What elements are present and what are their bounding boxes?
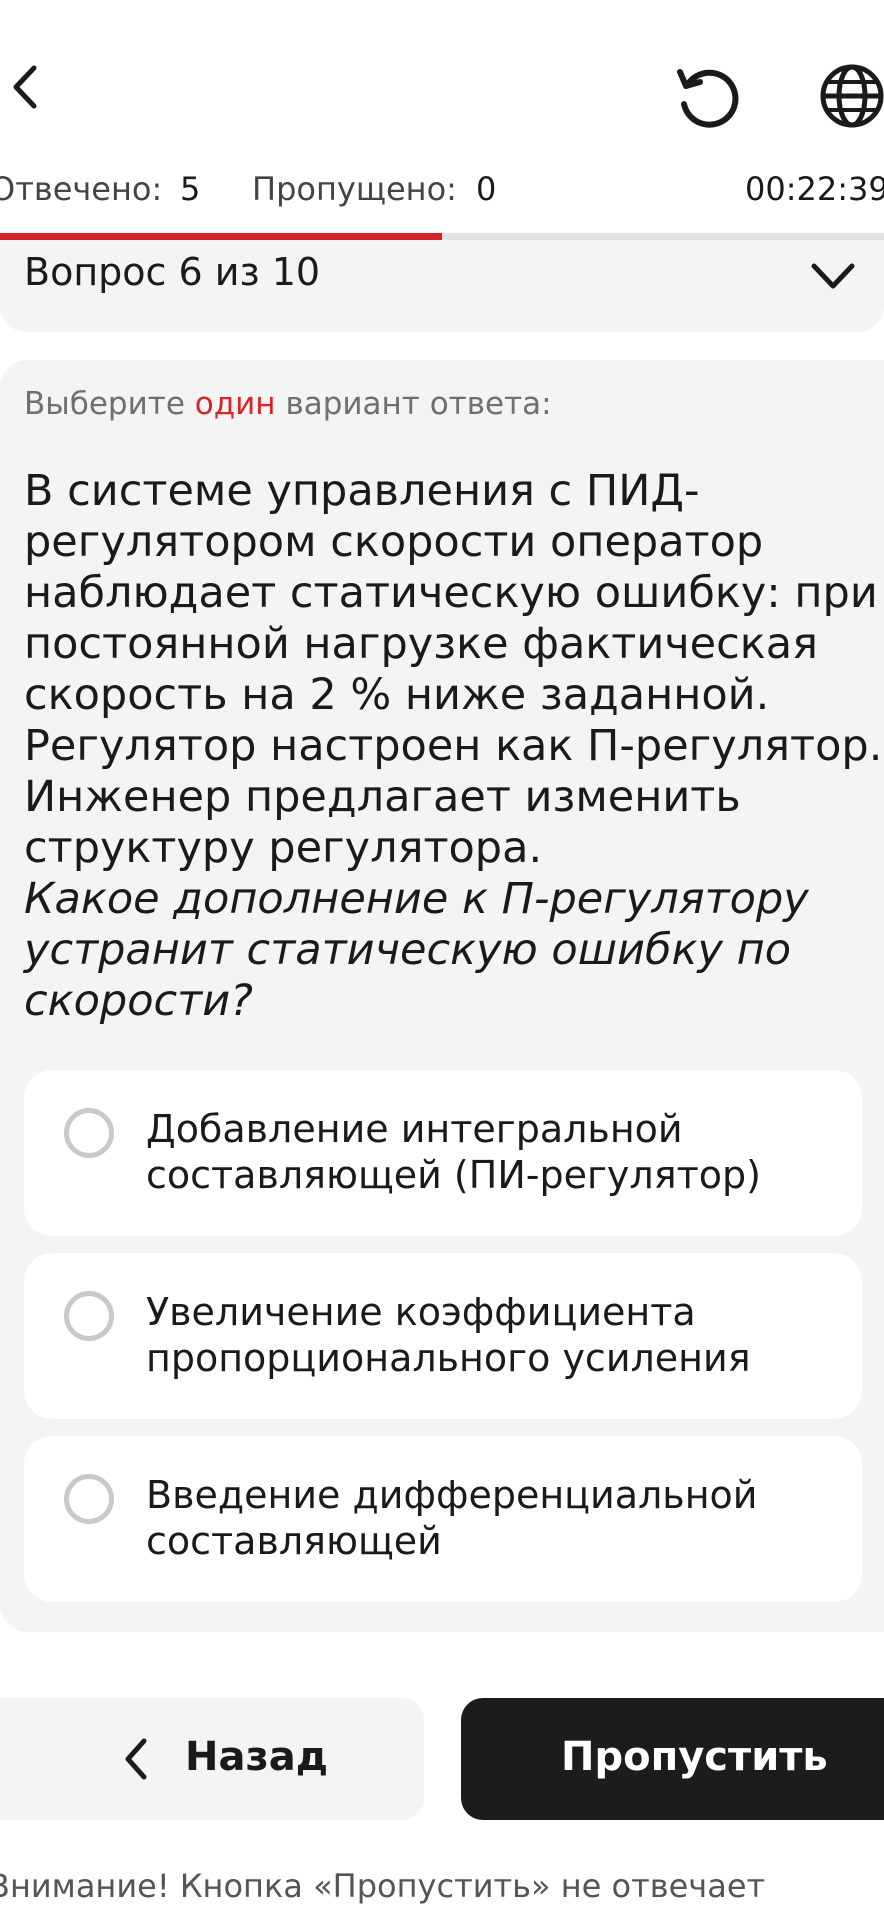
answer-option-3[interactable]: Введение дифференциальной составляющей: [24, 1436, 862, 1602]
back-button[interactable]: Назад: [0, 1698, 424, 1820]
skip-button[interactable]: Пропустить: [461, 1698, 884, 1820]
chevron-left-icon[interactable]: [6, 62, 42, 112]
top-bar: [0, 0, 884, 180]
question-card: Выберите один вариант ответа: В системе …: [0, 360, 884, 1632]
question-body: В системе управления с ПИД-регулятором с…: [24, 466, 883, 873]
refresh-icon[interactable]: [672, 62, 742, 132]
radio-button[interactable]: [64, 1291, 114, 1341]
globe-icon[interactable]: [818, 60, 884, 132]
progress-bar: [0, 233, 884, 240]
stats-row: Отвечено: 5 Пропущено: 0 00:22:39: [0, 170, 884, 220]
answer-hint: Выберите один вариант ответа:: [24, 386, 552, 422]
chevron-left-icon: [125, 1738, 147, 1780]
timer: 00:22:39: [745, 170, 884, 208]
answered-label: Отвечено:: [0, 170, 163, 208]
option-label: Увеличение коэффициента пропорциональног…: [146, 1290, 751, 1380]
answer-option-1[interactable]: Добавление интегральной составляющей (ПИ…: [24, 1070, 862, 1236]
skipped-label: Пропущено:: [252, 170, 457, 208]
answered-count: 5: [180, 170, 201, 208]
radio-button[interactable]: [64, 1474, 114, 1524]
chevron-down-icon[interactable]: [808, 258, 858, 294]
hint-suffix: вариант ответа:: [285, 386, 552, 422]
skip-button-label: Пропустить: [561, 1734, 828, 1780]
answer-option-2[interactable]: Увеличение коэффициента пропорциональног…: [24, 1253, 862, 1419]
question-header[interactable]: Вопрос 6 из 10: [0, 240, 884, 332]
option-label: Введение дифференциальной составляющей: [146, 1473, 758, 1563]
back-button-label: Назад: [185, 1734, 329, 1780]
hint-accent: один: [194, 386, 276, 422]
progress-fill: [0, 233, 442, 240]
option-label: Добавление интегральной составляющей (ПИ…: [146, 1107, 761, 1197]
radio-button[interactable]: [64, 1108, 114, 1158]
question-counter: Вопрос 6 из 10: [24, 250, 321, 294]
skipped-count: 0: [476, 170, 497, 208]
skip-warning: Внимание! Кнопка «Пропустить» не отвечае…: [0, 1867, 766, 1905]
question-prompt: Какое дополнение к П-регулятору устранит…: [24, 874, 809, 1026]
hint-prefix: Выберите: [24, 386, 185, 422]
question-text: В системе управления с ПИД-регулятором с…: [24, 466, 884, 1027]
